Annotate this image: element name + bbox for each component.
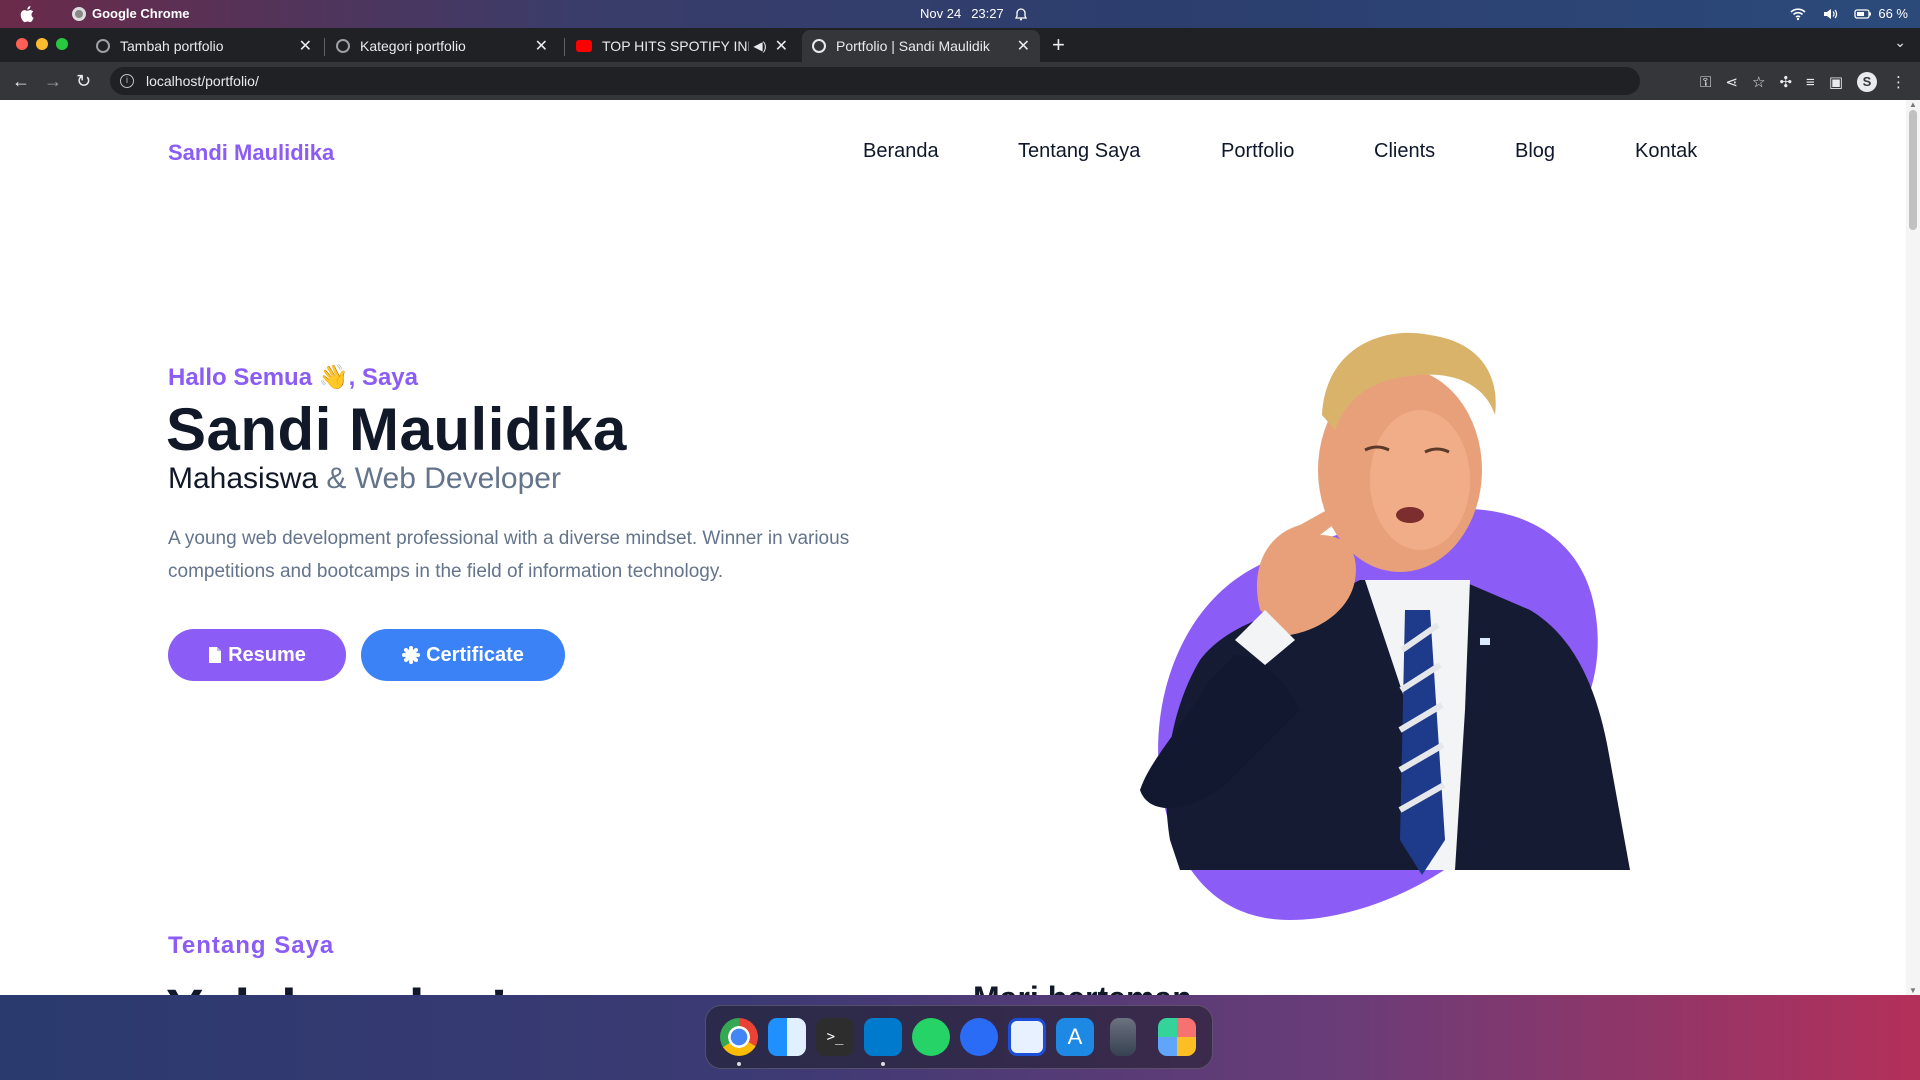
minimize-window-button[interactable] [36,38,48,50]
scroll-down-icon[interactable]: ▼ [1909,986,1917,995]
nav-kontak[interactable]: Kontak [1635,140,1697,163]
site-info-icon[interactable]: i [120,74,134,88]
close-icon[interactable]: ✕ [775,36,788,56]
hero-portrait-image [1140,332,1630,920]
scroll-up-icon[interactable]: ▲ [1909,100,1917,109]
close-icon[interactable]: ✕ [299,36,312,56]
nav-blog[interactable]: Blog [1515,140,1555,163]
more-menu-icon[interactable]: ⋮ [1891,73,1906,91]
profile-avatar[interactable]: S [1857,72,1877,92]
apple-icon[interactable] [20,5,36,23]
globe-icon [812,39,826,53]
chrome-small-icon [72,6,86,21]
vscode-icon[interactable] [864,1018,902,1056]
nav-clients[interactable]: Clients [1374,140,1435,163]
file-icon [209,647,222,663]
tab-youtube-top-hits[interactable]: TOP HITS SPOTIFY IND ◀) ✕ [566,30,798,62]
running-indicator [881,1062,885,1066]
certificate-button[interactable]: Certificate [361,629,565,681]
reload-icon[interactable]: ↻ [76,71,91,91]
address-bar[interactable]: i localhost/portfolio/ [110,67,1640,95]
section-label-tentang-saya: Tentang Saya [168,932,335,959]
close-window-button[interactable] [16,38,28,50]
reading-list-icon[interactable]: ≡ [1806,74,1815,91]
battery-indicator[interactable]: 66 % [1854,6,1908,21]
volume-icon[interactable] [1822,7,1838,21]
browser-toolbar: ← → ↻ i localhost/portfolio/ ⚿ ⋖ ☆ ✣ ≡ ▣… [0,62,1920,100]
globe-icon [336,39,350,53]
tab-divider [324,38,325,56]
certificate-label: Certificate [426,643,524,666]
tab-portfolio-active[interactable]: Portfolio | Sandi Maulidik ✕ [802,30,1040,62]
hero-greeting: Hallo Semua 👋, Saya [168,364,418,391]
whatsapp-icon[interactable] [912,1018,950,1056]
tab-kategori-portfolio[interactable]: Kategori portfolio ✕ [326,30,558,62]
app-store-icon[interactable]: A [1056,1018,1094,1056]
tab-tambah-portfolio[interactable]: Tambah portfolio ✕ [86,30,322,62]
tab-search-chevron-icon[interactable]: ⌄ [1894,34,1906,51]
about-heading: Yuk kenalan! [166,976,508,995]
youtube-icon [576,40,592,52]
launchpad-icon[interactable] [1158,1018,1196,1056]
tab-strip: Tambah portfolio ✕ Kategori portfolio ✕ … [0,28,1920,62]
hero-description: A young web development professional wit… [168,528,850,582]
role-main: Mahasiswa [168,462,319,495]
page-viewport: Sandi Maulidika Beranda Tentang Saya Por… [0,100,1920,995]
page-scrollbar[interactable]: ▲ ▼ [1906,100,1920,995]
status-icons: 66 % [1790,6,1908,21]
nav-tentang-saya[interactable]: Tentang Saya [1018,140,1140,163]
nav-portfolio[interactable]: Portfolio [1221,140,1294,163]
date-text: Nov 24 [920,6,962,21]
battery-icon [1854,8,1872,19]
tab-divider [564,38,565,56]
close-icon[interactable]: ✕ [1017,36,1030,56]
active-app-name[interactable]: Google Chrome [72,6,190,21]
share-icon[interactable]: ⋖ [1725,73,1738,91]
menu-bar: Google Chrome Nov 24 23:27 66 % [0,0,1920,28]
chrome-icon[interactable] [720,1018,758,1056]
toolbar-icons: ⚿ ⋖ ☆ ✣ ≡ ▣ S ⋮ [1700,72,1906,92]
clock[interactable]: Nov 24 23:27 [920,6,1028,21]
certificate-badge-icon [402,646,421,664]
bookmark-star-icon[interactable]: ☆ [1752,73,1765,91]
text-editor-icon[interactable] [1008,1018,1046,1056]
password-key-icon[interactable]: ⚿ [1700,74,1711,91]
battery-percent: 66 % [1878,6,1908,21]
terminal-icon[interactable]: >_ [816,1018,854,1056]
resume-button[interactable]: Resume [168,629,346,681]
role-rest: & Web Developer [318,462,561,495]
forward-arrow-icon[interactable]: → [44,71,62,91]
site-brand[interactable]: Sandi Maulidika [168,140,334,166]
running-indicator [737,1062,741,1066]
close-icon[interactable]: ✕ [535,36,548,56]
maximize-window-button[interactable] [56,38,68,50]
dock: >_ A [705,1005,1213,1069]
trash-icon[interactable] [1110,1018,1136,1056]
alarm-icon [1014,7,1027,20]
hero-role: Mahasiswa & Web Developer [168,462,561,496]
finder-icon[interactable] [768,1018,806,1056]
resume-label: Resume [228,643,306,666]
url-text[interactable]: localhost/portfolio/ [146,73,259,89]
side-panel-icon[interactable]: ▣ [1829,73,1843,91]
new-tab-button[interactable]: + [1052,32,1065,58]
back-arrow-icon[interactable]: ← [12,71,30,91]
globe-icon [96,39,110,53]
hero-name: Sandi Maulidika [166,396,627,463]
about-subheading: Mari berteman [973,980,1192,995]
extensions-puzzle-icon[interactable]: ✣ [1779,73,1792,91]
window-controls [16,38,68,50]
wifi-icon[interactable] [1790,7,1806,21]
discord-icon[interactable] [960,1018,998,1056]
scrollbar-thumb[interactable] [1909,110,1917,230]
time-text: 23:27 [971,6,1004,21]
nav-beranda[interactable]: Beranda [863,140,939,163]
audio-playing-icon[interactable]: ◀) [753,39,766,53]
